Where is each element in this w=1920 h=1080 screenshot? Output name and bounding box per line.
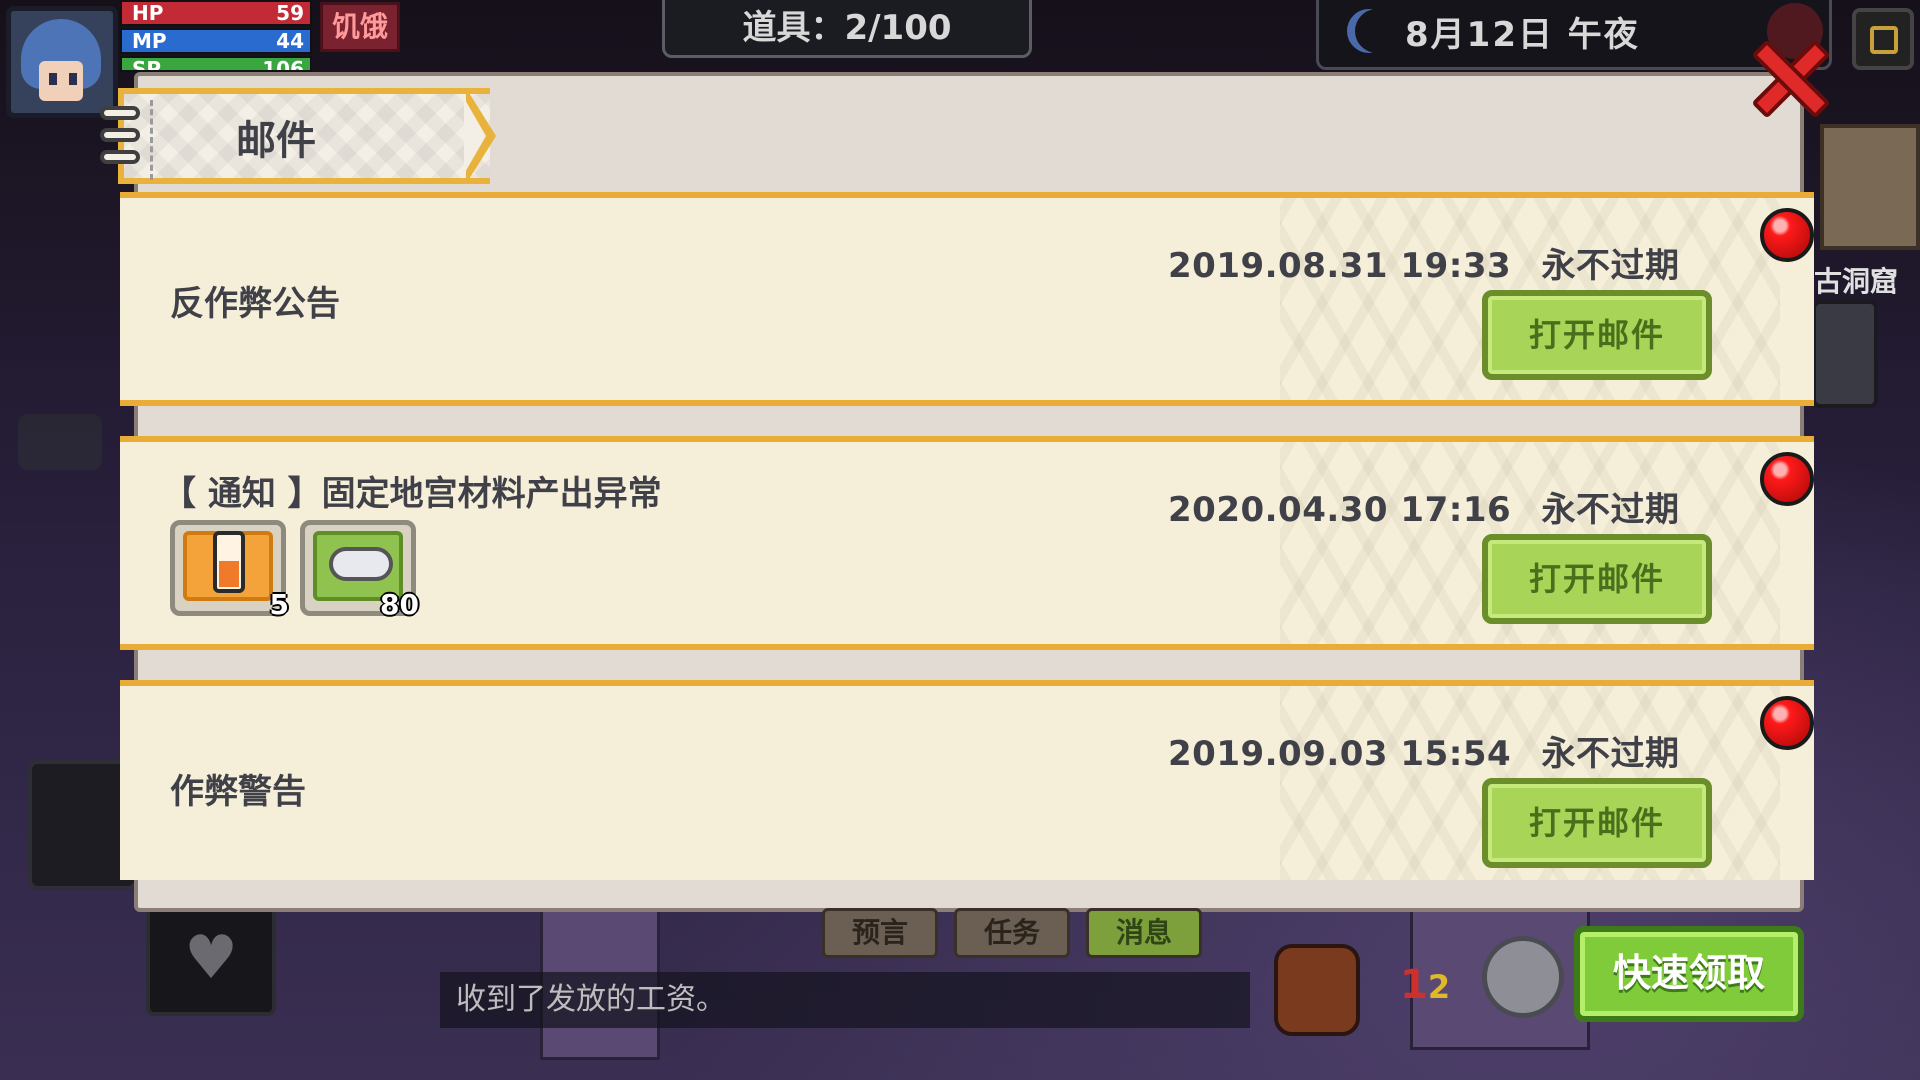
exit-arrow-icon xyxy=(1870,26,1898,54)
open-mail-button[interactable]: 打开邮件 xyxy=(1482,534,1712,624)
stat-bars: HP 59 MP 44 SP 106 xyxy=(120,0,312,72)
tag-tip-inner xyxy=(464,98,486,174)
mail-title: 作弊警告 xyxy=(170,772,306,812)
cloud-material-icon xyxy=(329,547,393,581)
mail-date: 2019.09.03 15:54 永不过期 xyxy=(1168,726,1680,775)
binding-stitch xyxy=(150,100,153,180)
level-indicator: 12 xyxy=(1400,962,1450,1008)
mp-value: 44 xyxy=(276,29,304,53)
tab-prophecy[interactable]: 预言 xyxy=(822,908,938,958)
mail-title: 【 通知 】固定地宫材料产出异常 xyxy=(162,474,662,514)
mail-expiry: 永不过期 xyxy=(1541,246,1680,286)
mail-timestamp: 2019.08.31 19:33 xyxy=(1168,246,1512,286)
sp-label: SP xyxy=(132,57,162,72)
tab-messages[interactable]: 消息 xyxy=(1086,908,1202,958)
level-sub: 2 xyxy=(1427,968,1451,1006)
book-icon[interactable] xyxy=(1482,936,1564,1018)
quick-claim-button[interactable]: 快速领取 xyxy=(1574,926,1804,1022)
unread-dot-icon xyxy=(1760,208,1814,262)
hp-bar: HP 59 xyxy=(120,0,312,26)
mail-item[interactable]: 作弊警告 2019.09.03 15:54 永不过期 打开邮件 xyxy=(120,680,1814,880)
mail-date: 2020.04.30 17:16 永不过期 xyxy=(1168,482,1680,531)
mail-expiry: 永不过期 xyxy=(1541,490,1680,530)
attachment-frame xyxy=(183,531,273,601)
avatar-eye xyxy=(49,73,57,85)
heart-button[interactable]: ♥ xyxy=(146,900,276,1016)
message-log: 收到了发放的工资。 xyxy=(440,972,1250,1028)
mail-title: 反作弊公告 xyxy=(170,284,340,324)
mp-bar: MP 44 xyxy=(120,28,312,54)
hp-label: HP xyxy=(132,1,164,25)
signboard xyxy=(1820,124,1920,250)
mp-label: MP xyxy=(132,29,167,53)
unread-dot-icon xyxy=(1760,696,1814,750)
potion-liquid xyxy=(219,561,239,587)
moon-icon xyxy=(1355,9,1399,53)
tab-quests[interactable]: 任务 xyxy=(954,908,1070,958)
binding-ring xyxy=(100,106,140,120)
sp-bar: SP 106 xyxy=(120,56,312,72)
exit-button[interactable] xyxy=(1852,8,1914,70)
open-mail-button[interactable]: 打开邮件 xyxy=(1482,778,1712,868)
player-avatar[interactable] xyxy=(6,6,118,118)
open-mail-button[interactable]: 打开邮件 xyxy=(1482,290,1712,380)
backpack-icon[interactable] xyxy=(1274,944,1360,1036)
binding-ring xyxy=(100,128,140,142)
attachment-slot[interactable]: 5 xyxy=(170,520,289,621)
close-button[interactable] xyxy=(1750,39,1831,119)
mail-timestamp: 2019.09.03 15:54 xyxy=(1168,734,1512,774)
potion-bottle-icon xyxy=(213,531,245,593)
hp-value: 59 xyxy=(276,1,304,25)
binding-ring xyxy=(100,150,140,164)
location-label: 古洞窟 xyxy=(1814,265,1899,298)
attachment-count: 5 xyxy=(269,588,289,621)
sp-value: 106 xyxy=(262,57,304,72)
unread-dot-icon xyxy=(1760,452,1814,506)
attachment-slot[interactable]: 80 xyxy=(300,520,419,621)
inventory-count[interactable]: 道具：2/100 xyxy=(662,0,1032,58)
gamepad-icon[interactable] xyxy=(18,414,102,470)
mail-expiry: 永不过期 xyxy=(1541,734,1680,774)
level-main: 1 xyxy=(1400,962,1428,1008)
mail-timestamp: 2020.04.30 17:16 xyxy=(1168,490,1512,530)
date-text: 8月12日 午夜 xyxy=(1405,15,1640,55)
phone-device[interactable] xyxy=(1812,300,1878,408)
hunger-status-badge: 饥饿 xyxy=(320,2,400,52)
mail-item[interactable]: 【 通知 】固定地宫材料产出异常 5 80 2020.04.30 17:16 永… xyxy=(120,436,1814,650)
avatar-eye xyxy=(69,73,77,85)
mail-panel-title: 邮件 xyxy=(236,118,316,164)
mail-date: 2019.08.31 19:33 永不过期 xyxy=(1168,238,1680,287)
attachment-count: 80 xyxy=(380,588,419,621)
mail-item[interactable]: 反作弊公告 2019.08.31 19:33 永不过期 打开邮件 xyxy=(120,192,1814,406)
